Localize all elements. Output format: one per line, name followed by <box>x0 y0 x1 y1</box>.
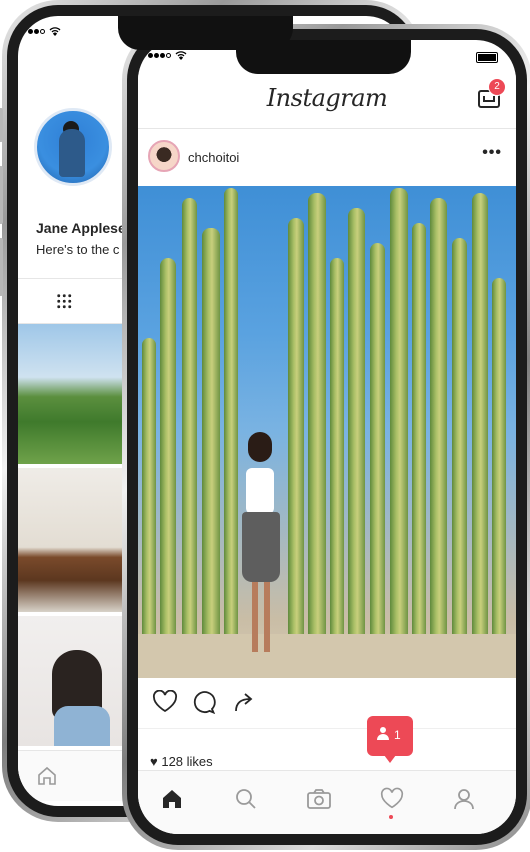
post-actions <box>138 678 516 729</box>
profile-avatar[interactable] <box>34 108 112 186</box>
camera-icon[interactable] <box>306 787 332 811</box>
signal-icon <box>148 50 172 61</box>
post-avatar[interactable] <box>148 140 180 172</box>
heart-filled-icon: ♥ <box>150 754 158 769</box>
cactus <box>452 238 467 638</box>
status-bar <box>28 26 61 37</box>
cactus <box>390 188 408 638</box>
cactus <box>330 258 344 638</box>
volume-down-button <box>0 238 3 296</box>
cactus <box>412 223 426 638</box>
cactus <box>430 198 447 638</box>
volume-up-button <box>0 166 3 224</box>
wifi-icon <box>49 27 61 36</box>
cactus <box>182 198 197 638</box>
gravel-ground <box>138 634 516 678</box>
likes-count[interactable]: ♥ 128 likes <box>150 754 213 769</box>
grid-photo-dining-room[interactable] <box>18 468 128 612</box>
post-header: chchoitoi ••• <box>138 128 516 186</box>
profile-bio: Here's to the c <box>36 242 120 257</box>
activity-popup-count: 1 <box>394 728 401 742</box>
front-phone-screen: Instagram 2 chchoitoi ••• ♥ 128 likes 1 <box>138 40 516 834</box>
cactus <box>202 228 220 638</box>
app-header: Instagram 2 <box>138 74 516 129</box>
cactus <box>308 193 326 638</box>
avatar-figure <box>59 129 85 177</box>
wifi-icon <box>175 51 187 60</box>
mute-switch <box>0 108 3 142</box>
cactus <box>160 258 176 638</box>
home-icon[interactable] <box>160 787 184 811</box>
woman-figure <box>238 432 284 662</box>
share-icon[interactable] <box>232 690 256 714</box>
cactus <box>472 193 488 638</box>
person-icon <box>377 727 389 740</box>
home-icon[interactable] <box>36 765 58 787</box>
likes-label: 128 likes <box>161 754 213 769</box>
cactus <box>288 218 304 638</box>
app-logo: Instagram <box>266 84 388 112</box>
post-username[interactable]: chchoitoi <box>188 150 239 165</box>
grid-icon[interactable] <box>56 293 72 309</box>
tab-bar <box>138 770 516 834</box>
heart-icon[interactable] <box>152 690 178 714</box>
comment-icon[interactable] <box>192 690 216 714</box>
cactus <box>142 338 156 638</box>
activity-indicator-dot <box>389 815 393 819</box>
battery-icon <box>476 52 498 63</box>
portrait-shirt <box>54 706 110 746</box>
inbox-badge: 2 <box>488 78 506 96</box>
profile-name: Jane Applese <box>36 220 126 236</box>
profile-icon[interactable] <box>452 787 476 811</box>
more-options-icon[interactable]: ••• <box>482 144 502 162</box>
status-bar <box>148 50 187 61</box>
notch <box>236 40 411 74</box>
cactus <box>492 278 506 638</box>
cactus <box>224 188 238 638</box>
grid-photo-park[interactable] <box>18 324 128 464</box>
activity-notification-popup[interactable]: 1 <box>367 716 413 763</box>
post-photo[interactable] <box>138 186 516 678</box>
cactus <box>370 243 385 638</box>
signal-icon <box>28 26 46 37</box>
front-phone: Instagram 2 chchoitoi ••• ♥ 128 likes 1 <box>122 24 530 850</box>
cactus <box>348 208 365 638</box>
search-icon[interactable] <box>234 787 258 811</box>
activity-heart-icon[interactable] <box>380 787 404 811</box>
